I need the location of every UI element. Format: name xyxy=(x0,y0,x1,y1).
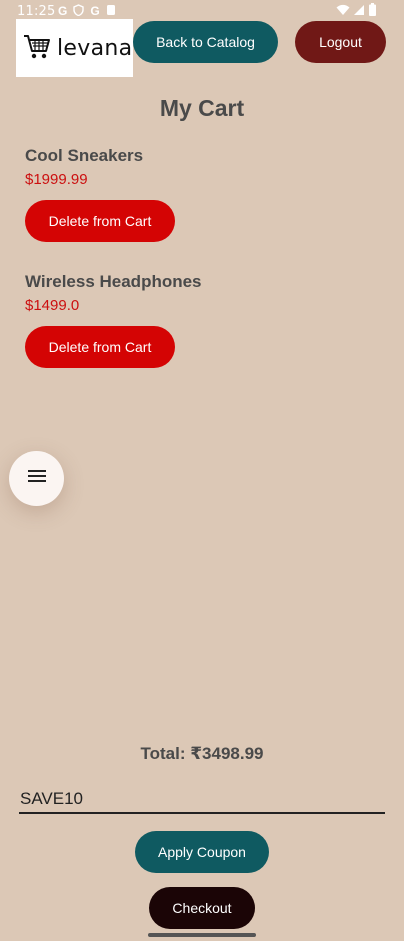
page-title: My Cart xyxy=(159,95,245,121)
status-notification-icons: G G xyxy=(58,4,116,19)
cart-item: Wireless Headphones $1499.0 Delete from … xyxy=(25,272,202,368)
item-price: $1499.0 xyxy=(25,297,80,314)
item-price: $1999.99 xyxy=(25,171,88,188)
brand-logo[interactable]: levana xyxy=(16,19,133,77)
wifi-icon xyxy=(336,4,350,19)
cart-icon xyxy=(22,31,52,66)
item-name: Cool Sneakers xyxy=(25,146,144,165)
battery-icon xyxy=(369,3,376,19)
status-system-icons xyxy=(336,3,376,19)
shield-icon xyxy=(73,4,85,19)
google-icon: G xyxy=(90,4,100,18)
logout-button[interactable]: Logout xyxy=(295,21,386,63)
google-icon: G xyxy=(58,4,68,18)
status-time: 11:25 xyxy=(17,4,56,19)
menu-fab-button[interactable] xyxy=(9,451,64,506)
apply-coupon-button[interactable]: Apply Coupon xyxy=(135,831,269,873)
cart-item: Cool Sneakers $1999.99 Delete from Cart xyxy=(25,146,175,242)
delete-from-cart-button[interactable]: Delete from Cart xyxy=(25,326,175,368)
coupon-input[interactable] xyxy=(19,786,385,814)
delete-from-cart-button[interactable]: Delete from Cart xyxy=(25,200,175,242)
cart-total: Total: ₹3498.99 xyxy=(140,744,264,763)
signal-icon xyxy=(354,4,365,19)
checkout-button[interactable]: Checkout xyxy=(149,887,255,929)
item-name: Wireless Headphones xyxy=(25,272,202,291)
back-to-catalog-button[interactable]: Back to Catalog xyxy=(133,21,278,63)
home-indicator[interactable] xyxy=(148,933,256,937)
logo-text: levana xyxy=(57,35,133,61)
hamburger-menu-icon xyxy=(27,469,47,488)
notification-icon xyxy=(106,4,116,19)
